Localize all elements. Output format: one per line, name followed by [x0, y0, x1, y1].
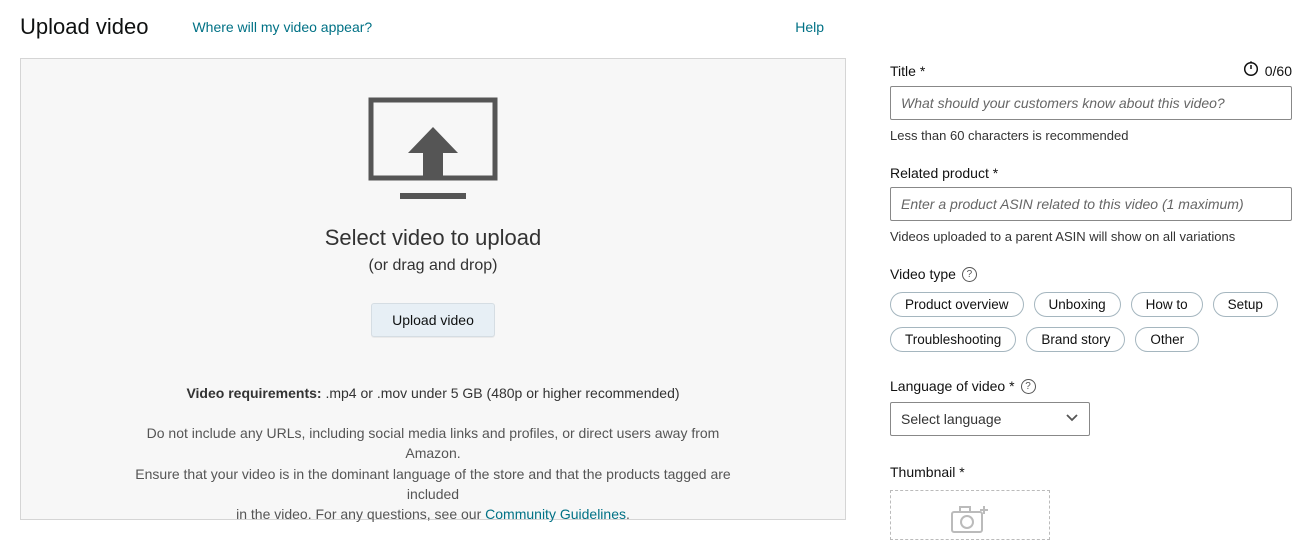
chip-troubleshooting[interactable]: Troubleshooting [890, 327, 1016, 352]
chip-product-overview[interactable]: Product overview [890, 292, 1024, 317]
info-icon[interactable]: ? [1021, 379, 1036, 394]
language-selected-text: Select language [901, 411, 1065, 427]
chip-unboxing[interactable]: Unboxing [1034, 292, 1121, 317]
related-product-input[interactable] [890, 187, 1292, 221]
dropzone-subheading: (or drag and drop) [369, 257, 498, 275]
where-appear-link[interactable]: Where will my video appear? [192, 19, 372, 35]
title-char-counter: 0/60 [1265, 63, 1292, 79]
title-label: Title * [890, 63, 925, 79]
title-hint: Less than 60 characters is recommended [890, 128, 1292, 143]
related-product-label: Related product * [890, 165, 998, 181]
language-label: Language of video * [890, 378, 1015, 394]
chip-how-to[interactable]: How to [1131, 292, 1203, 317]
chip-brand-story[interactable]: Brand story [1026, 327, 1125, 352]
help-link[interactable]: Help [795, 19, 824, 35]
upload-dropzone[interactable]: Select video to upload (or drag and drop… [20, 58, 846, 520]
chip-other[interactable]: Other [1135, 327, 1199, 352]
info-icon[interactable]: ? [962, 267, 977, 282]
chevron-down-icon [1065, 411, 1079, 428]
community-guidelines-link[interactable]: Community Guidelines [485, 506, 626, 522]
thumbnail-label: Thumbnail * [890, 464, 965, 480]
upload-monitor-icon [368, 97, 498, 201]
language-select[interactable]: Select language [890, 402, 1090, 436]
camera-icon [950, 504, 990, 537]
video-requirements-text: Video requirements: .mp4 or .mov under 5… [186, 385, 679, 401]
related-product-hint: Videos uploaded to a parent ASIN will sh… [890, 229, 1292, 244]
video-type-label: Video type [890, 266, 956, 282]
dropzone-heading: Select video to upload [325, 225, 542, 251]
chip-setup[interactable]: Setup [1213, 292, 1278, 317]
clock-icon [1243, 61, 1259, 80]
upload-video-button[interactable]: Upload video [371, 303, 495, 337]
page-title: Upload video [20, 14, 148, 40]
thumbnail-upload-box[interactable] [890, 490, 1050, 540]
video-type-chip-row: Product overview Unboxing How to Setup T… [890, 292, 1292, 352]
upload-guidance-text: Do not include any URLs, including socia… [123, 423, 743, 524]
title-input[interactable] [890, 86, 1292, 120]
